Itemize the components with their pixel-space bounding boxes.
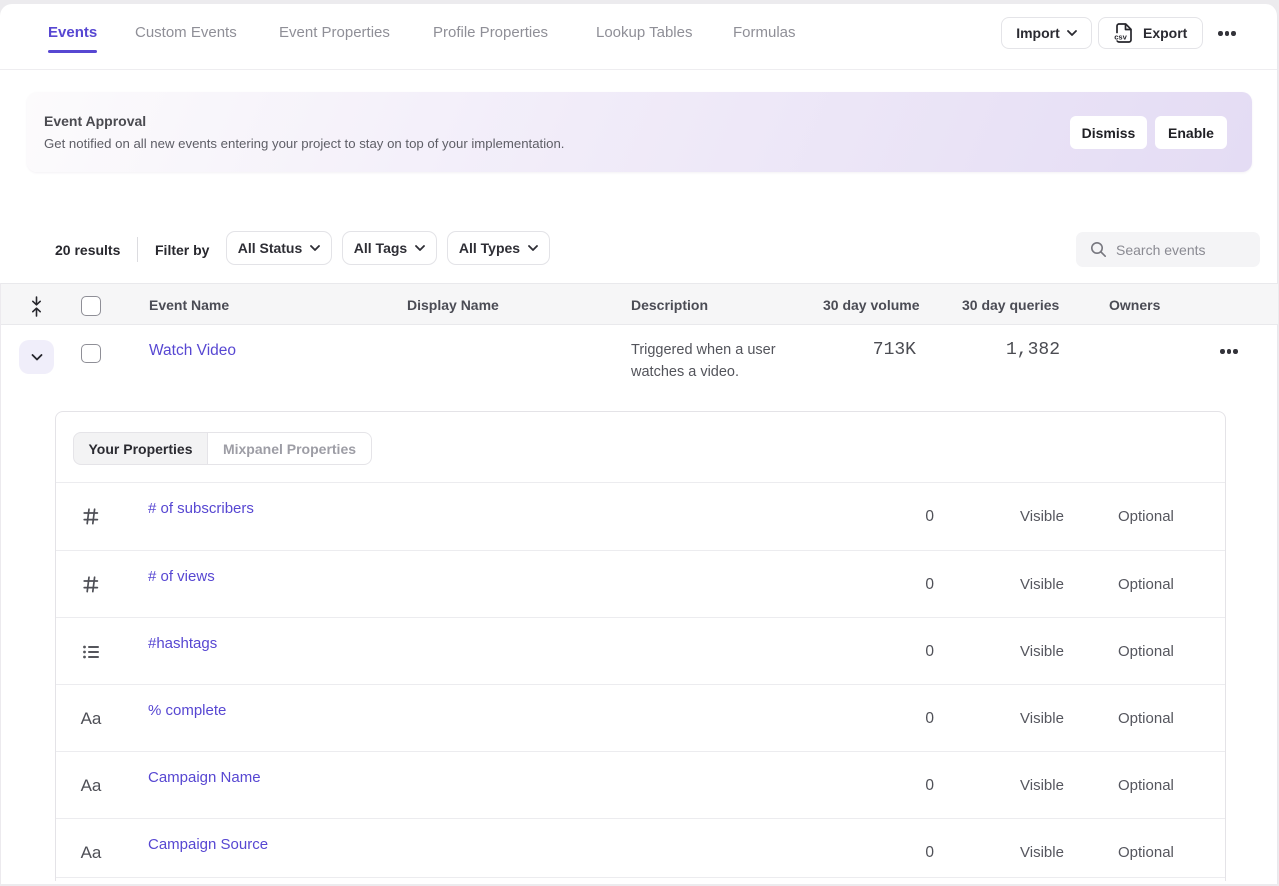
- svg-text:csv: csv: [1114, 33, 1127, 42]
